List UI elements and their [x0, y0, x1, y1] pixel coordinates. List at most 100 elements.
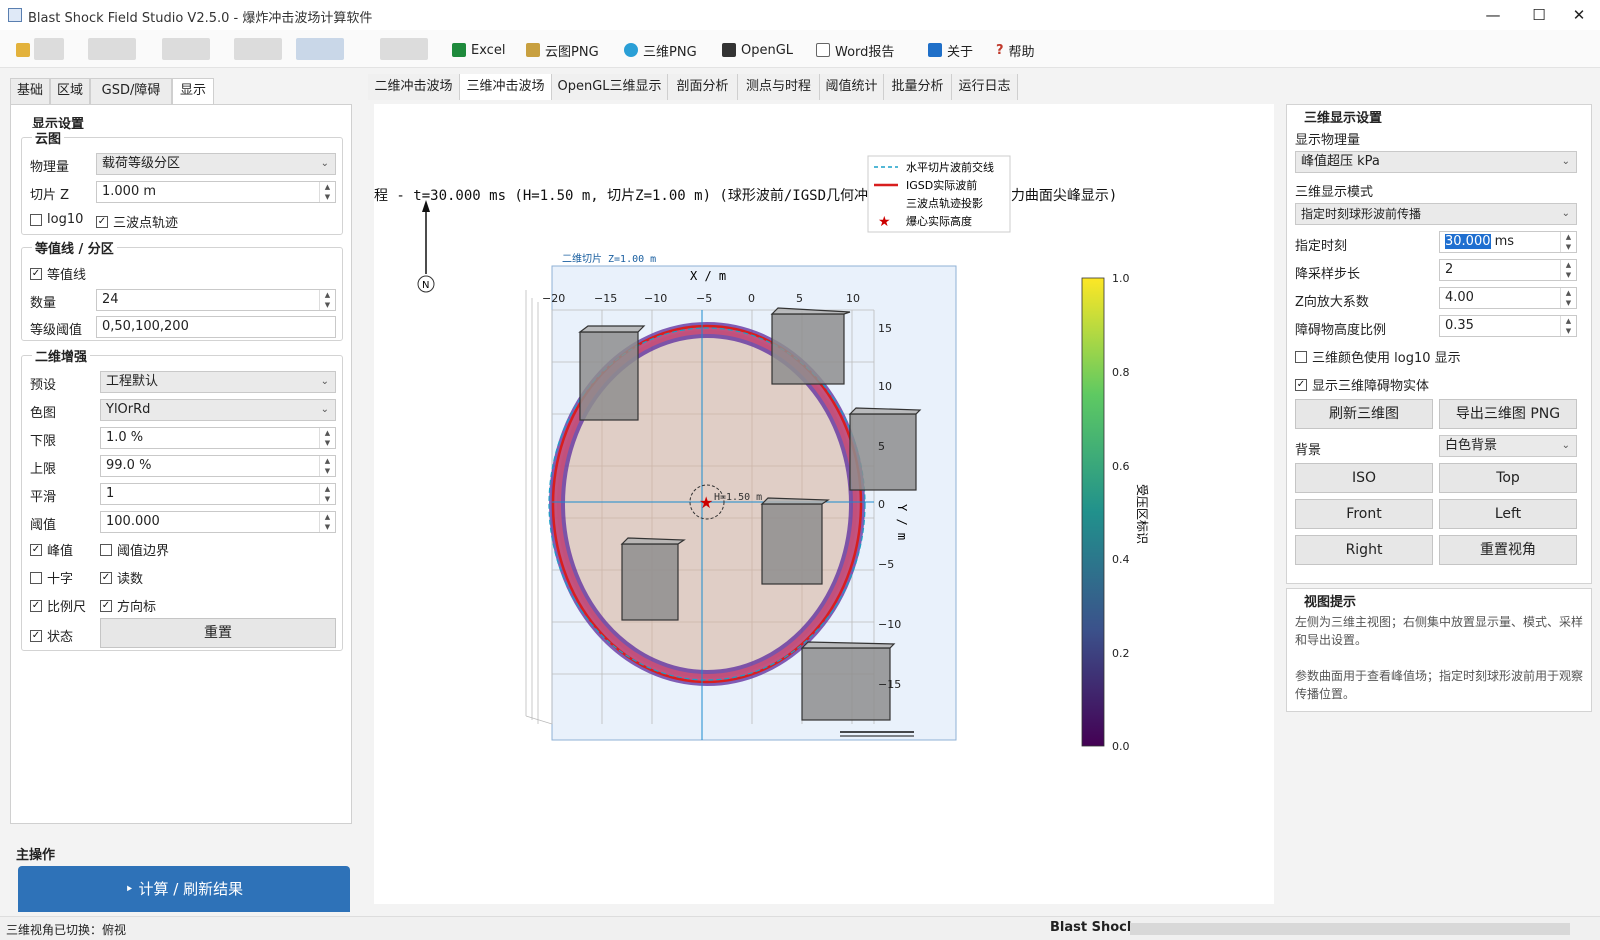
3d-settings-title: 三维显示设置	[1301, 107, 1386, 126]
checkbox-checked-icon: ✓	[96, 215, 108, 228]
minimize-button[interactable]: —	[1470, 0, 1516, 30]
spin-arrows-icon[interactable]: ▲ ▼	[319, 512, 335, 532]
quantity-select[interactable]: 载荷等级分区 ⌄	[96, 153, 336, 175]
cross-checkbox[interactable]: 十字	[30, 568, 73, 587]
background-select[interactable]: 白色背景 ⌄	[1439, 435, 1577, 457]
spin-arrows-icon[interactable]: ▲ ▼	[1560, 232, 1576, 252]
chevron-down-icon: ⌄	[320, 404, 329, 415]
display-mode-select[interactable]: 指定时刻球形波前传播 ⌄	[1295, 203, 1577, 225]
legend-star-icon: ★	[878, 214, 891, 230]
close-button[interactable]: ✕	[1556, 0, 1600, 30]
threshold-border-checkbox[interactable]: 阈值边界	[100, 540, 169, 559]
obstacle-5	[621, 543, 679, 621]
legend-item-igsd: IGSD实际波前	[906, 178, 977, 192]
colorbar	[1081, 277, 1105, 747]
tab-basic[interactable]: 基础	[10, 78, 50, 104]
spin-arrows-icon[interactable]: ▲ ▼	[319, 484, 335, 504]
slice-z-spinbox[interactable]: 1.000 m ▲ ▼	[96, 181, 336, 203]
reset-button[interactable]: 重置	[100, 618, 336, 648]
time-spinbox[interactable]: 30.000 ms ▲ ▼	[1439, 231, 1577, 253]
toolbar-3d-png[interactable]: 三维PNG	[624, 40, 697, 60]
view-iso-button[interactable]: ISO	[1295, 463, 1433, 493]
scale-bar-checkbox[interactable]: ✓ 比例尺	[30, 596, 86, 615]
north-label: N	[422, 280, 429, 291]
view-hint-text-1: 左侧为三维主视图；右侧集中放置显示量、模式、采样和导出设置。	[1295, 615, 1584, 647]
spin-arrows-icon[interactable]: ▲ ▼	[1560, 316, 1576, 336]
upper-spinbox[interactable]: 99.0 % ▲ ▼	[100, 455, 336, 477]
obstacle-2	[771, 313, 845, 385]
toolbar-about[interactable]: 关于	[928, 40, 973, 60]
peak-checkbox[interactable]: ✓ 峰值	[30, 540, 73, 559]
display-quantity-label: 显示物理量	[1295, 133, 1361, 148]
zscale-spinbox[interactable]: 4.00 ▲ ▼	[1439, 287, 1577, 309]
step-spinbox[interactable]: 2 ▲ ▼	[1439, 259, 1577, 281]
spin-arrows-icon[interactable]: ▲ ▼	[1560, 288, 1576, 308]
toolbar-excel[interactable]: Excel	[452, 40, 505, 60]
preset-select[interactable]: 工程默认 ⌄	[100, 371, 336, 393]
legend-item-slice: 水平切片波前交线	[906, 160, 994, 174]
tab-log[interactable]: 运行日志	[952, 74, 1018, 100]
spin-arrows-icon[interactable]: ▲ ▼	[319, 456, 335, 476]
tab-region[interactable]: 区域	[50, 78, 90, 104]
tab-opengl[interactable]: OpenGL三维显示	[552, 74, 668, 100]
toolbar-opengl[interactable]: OpenGL	[722, 40, 793, 60]
toolbar-help[interactable]: ? 帮助	[996, 40, 1035, 60]
title-bar: Blast Shock Field Studio V2.5.0 - 爆炸冲击波场…	[0, 0, 1600, 30]
refresh-3d-button[interactable]: 刷新三维图	[1295, 399, 1433, 429]
north-arrow-checkbox[interactable]: ✓ 方向标	[100, 596, 156, 615]
tab-3d-field[interactable]: 三维冲击波场	[460, 74, 552, 100]
run-button[interactable]: ‣ 计算 / 刷新结果	[18, 866, 350, 912]
toolbar-cloud-png[interactable]: 云图PNG	[526, 40, 599, 60]
log10-checkbox[interactable]: log10	[30, 212, 83, 227]
colorbar-ticks: 1.0 0.8 0.6 0.4 0.2 0.0	[1112, 272, 1130, 753]
svg-text:0.6: 0.6	[1112, 460, 1130, 473]
tab-probe[interactable]: 测点与时程	[738, 74, 820, 100]
cloud-group: 云图 物理量 载荷等级分区 ⌄ 切片 Z 1.000 m ▲ ▼ log10 ✓ 三波点…	[21, 128, 343, 235]
tab-batch[interactable]: 批量分析	[884, 74, 952, 100]
view-top-button[interactable]: Top	[1439, 463, 1577, 493]
count-spinbox[interactable]: 24 ▲ ▼	[96, 289, 336, 311]
toolbar-word[interactable]: Word报告	[816, 40, 894, 60]
log10-3d-checkbox[interactable]: 三维颜色使用 log10 显示	[1295, 347, 1461, 366]
status-checkbox[interactable]: ✓ 状态	[30, 626, 73, 645]
spin-arrows-icon[interactable]: ▲ ▼	[319, 290, 335, 310]
smooth-spinbox[interactable]: 1 ▲ ▼	[100, 483, 336, 505]
show-obstacles-checkbox[interactable]: ✓ 显示三维障碍物实体	[1295, 375, 1429, 394]
spin-arrows-icon[interactable]: ▲ ▼	[319, 182, 335, 202]
checkbox-checked-icon: ✓	[30, 267, 42, 280]
view-left-button[interactable]: Left	[1439, 499, 1577, 529]
spin-arrows-icon[interactable]: ▲ ▼	[319, 428, 335, 448]
threshold-spinbox[interactable]: 100.000 ▲ ▼	[100, 511, 336, 533]
export-3d-png-button[interactable]: 导出三维图 PNG	[1439, 399, 1577, 429]
readout-checkbox[interactable]: ✓ 读数	[100, 568, 143, 587]
chevron-down-icon: ⌄	[320, 158, 329, 169]
tab-gsd[interactable]: GSD/障碍	[90, 78, 172, 104]
plot-canvas[interactable]: 程 - t=30.000 ms (H=1.50 m, 切片Z=1.00 m) (…	[374, 104, 1274, 904]
tab-2d-field[interactable]: 二维冲击波场	[368, 74, 460, 100]
lower-spinbox[interactable]: 1.0 % ▲ ▼	[100, 427, 336, 449]
obstacle-ratio-spinbox[interactable]: 0.35 ▲ ▼	[1439, 315, 1577, 337]
tab-display[interactable]: 显示	[172, 78, 214, 105]
step-label: 降采样步长	[1295, 267, 1361, 282]
tab-profile[interactable]: 剖面分析	[668, 74, 738, 100]
cmap-select[interactable]: YlOrRd ⌄	[100, 399, 336, 421]
svg-text:−5: −5	[696, 292, 712, 305]
trace-checkbox[interactable]: ✓ 三波点轨迹	[96, 212, 178, 231]
view-reset-button[interactable]: 重置视角	[1439, 535, 1577, 565]
quantity-label: 物理量	[30, 160, 70, 175]
view-front-button[interactable]: Front	[1295, 499, 1433, 529]
cloud-title: 云图	[32, 128, 65, 147]
folder-icon[interactable]	[16, 40, 30, 60]
svg-text:0.0: 0.0	[1112, 740, 1130, 753]
contour-checkbox[interactable]: ✓ 等值线	[30, 264, 86, 283]
tab-threshold-stats[interactable]: 阈值统计	[820, 74, 884, 100]
display-quantity-select[interactable]: 峰值超压 kPa ⌄	[1295, 151, 1577, 173]
slice-label: 二维切片 Z=1.00 m	[562, 252, 656, 265]
view-right-button[interactable]: Right	[1295, 535, 1433, 565]
svg-text:10: 10	[878, 380, 892, 393]
levels-input[interactable]: 0,50,100,200	[96, 316, 336, 338]
svg-text:1.0: 1.0	[1112, 272, 1130, 285]
spin-arrows-icon[interactable]: ▲ ▼	[1560, 260, 1576, 280]
svg-text:−10: −10	[644, 292, 667, 305]
svg-text:0.2: 0.2	[1112, 647, 1130, 660]
